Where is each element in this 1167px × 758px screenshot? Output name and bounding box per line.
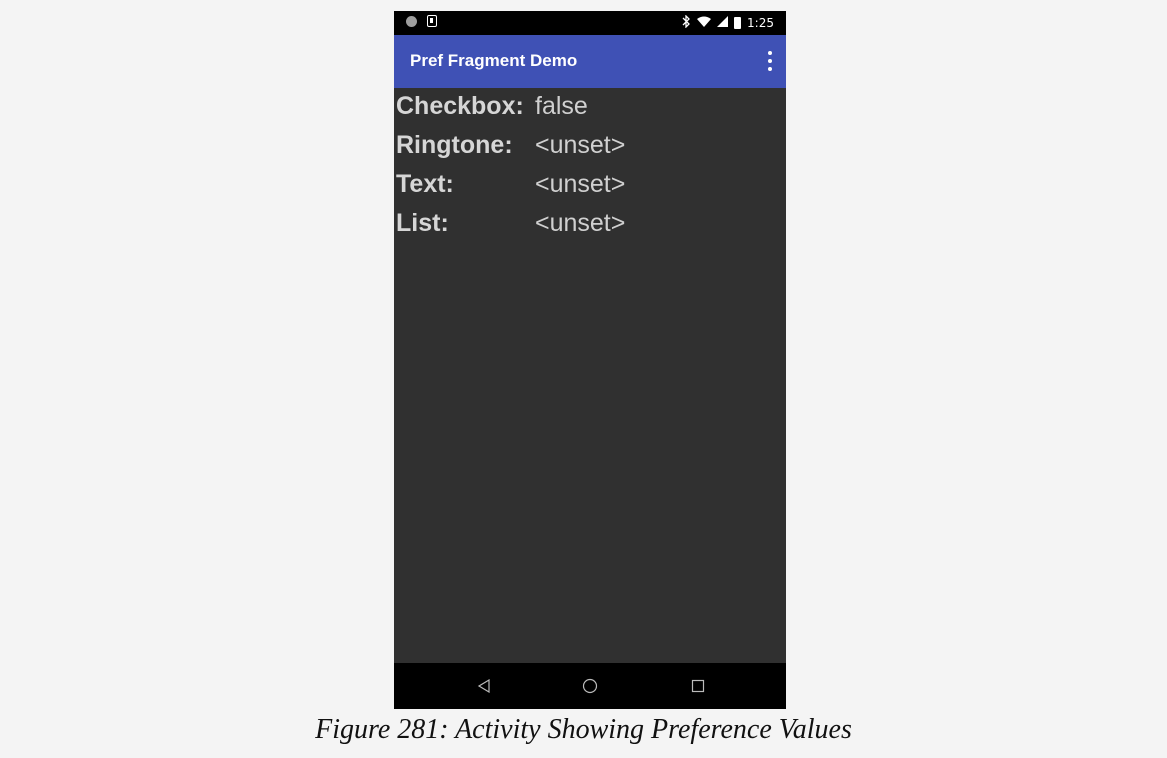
navigation-bar: [394, 663, 786, 709]
app-toolbar: Pref Fragment Demo: [394, 35, 786, 88]
pref-label: List:: [396, 209, 449, 237]
status-left-icons: [406, 15, 437, 27]
status-bar: 1:25: [394, 11, 786, 35]
download-icon: [427, 15, 437, 27]
overflow-menu-icon[interactable]: [768, 51, 772, 71]
pref-value: <unset>: [535, 131, 626, 159]
back-icon[interactable]: [472, 674, 496, 698]
pref-label: Ringtone:: [396, 131, 513, 159]
page: 1:25 Pref Fragment Demo Checkbox: false …: [0, 0, 1167, 758]
toolbar-title: Pref Fragment Demo: [410, 51, 578, 70]
signal-icon: [717, 16, 729, 30]
status-right-icons: 1:25: [682, 14, 774, 31]
notification-dot-icon: [406, 15, 417, 27]
pref-value: false: [535, 92, 588, 120]
recents-icon[interactable]: [686, 674, 710, 698]
wifi-icon: [697, 16, 712, 31]
preference-values: Checkbox: false Ringtone: <unset> Text: …: [394, 88, 786, 663]
pref-label: Checkbox:: [396, 92, 524, 120]
pref-label: Text:: [396, 170, 454, 198]
phone-screen: 1:25 Pref Fragment Demo Checkbox: false …: [394, 11, 786, 709]
home-icon[interactable]: [578, 674, 602, 698]
figure-caption: Figure 281: Activity Showing Preference …: [315, 714, 852, 745]
bluetooth-icon: [682, 14, 691, 31]
pref-value: <unset>: [535, 170, 626, 198]
pref-value: <unset>: [535, 209, 626, 237]
battery-icon: [734, 17, 742, 29]
status-time: 1:25: [747, 16, 774, 30]
